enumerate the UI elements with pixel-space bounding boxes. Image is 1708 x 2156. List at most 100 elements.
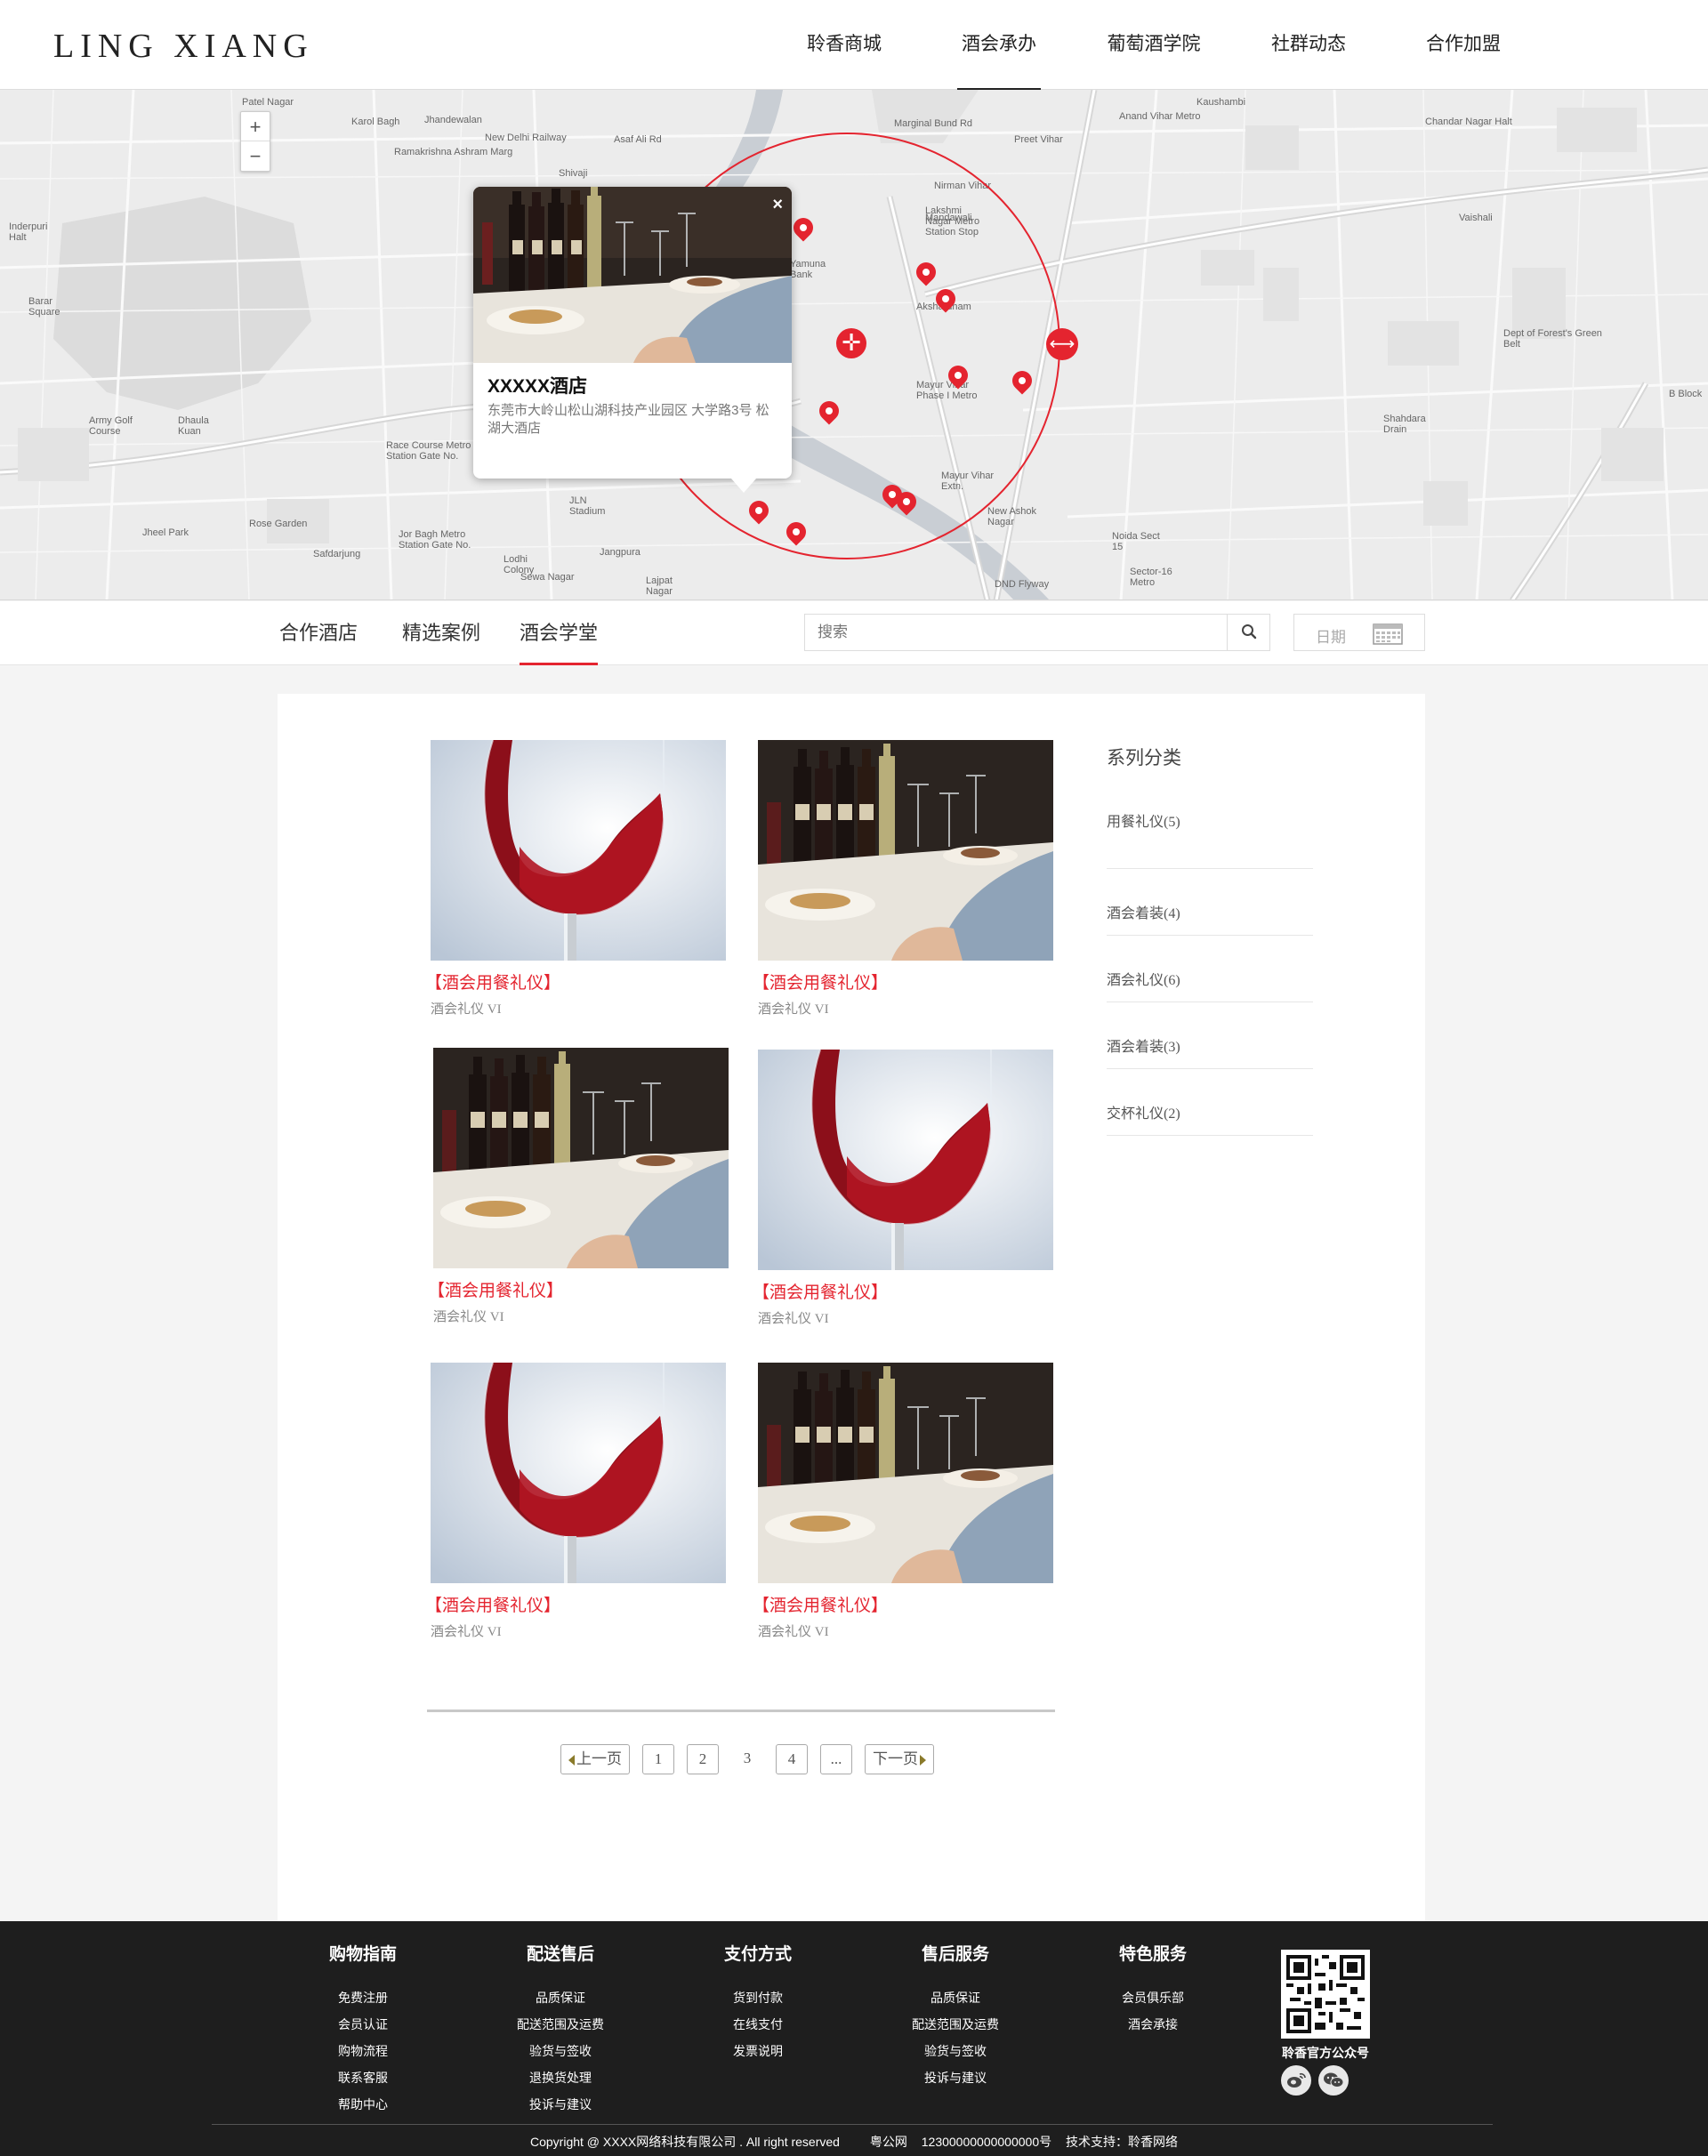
copyright-bar: Copyright @ XXXX网络科技有限公司 . All right res… [0,2133,1708,2151]
search-button[interactable] [1227,615,1269,650]
article-card[interactable]: 【酒会用餐礼仪】 酒会礼仪 VI [753,1363,1053,1640]
map-label: New Ashok Nagar [987,506,1037,527]
nav-item-academy[interactable]: 葡萄酒学院 [1076,0,1231,90]
footer-link[interactable]: 货到付款 [669,1984,847,2011]
article-title: 【酒会用餐礼仪】 [428,1282,564,1300]
map-view[interactable]: Patel Nagar Karol Bagh Jhandewalan New D… [0,90,1708,600]
article-title: 【酒会用餐礼仪】 [425,1597,561,1615]
map-label: Dhaula Kuan [178,415,209,437]
footer-link[interactable]: 购物流程 [274,2038,452,2064]
page-button-2[interactable]: 2 [687,1744,719,1774]
page-button-ellipsis[interactable]: ... [820,1744,852,1774]
map-label: Vaishali [1459,213,1493,223]
footer-link[interactable]: 配送范围及运费 [471,2011,649,2038]
map-label: Barar Square [28,296,60,318]
map-label: Marginal Bund Rd [894,118,973,129]
article-card[interactable]: 【酒会用餐礼仪】 酒会礼仪 VI [753,740,1053,1018]
sidebar-title: 系列分类 [1107,747,1181,768]
hotel-info-popup: × XXXXX酒店 东莞市大岭山松山湖科技产业园区 大学路3号 松湖大酒店 [473,187,792,493]
map-label: Noida Sect 15 [1112,531,1160,552]
search-box [804,614,1270,651]
footer-link[interactable]: 联系客服 [274,2064,452,2091]
sidebar-item-dress-2[interactable]: 酒会着装(3) [1107,1002,1313,1069]
main-content: 【酒会用餐礼仪】 酒会礼仪 VI 【酒会用餐礼仪】 酒会礼仪 VI 【酒会用餐礼… [278,694,1425,1921]
map-label: Jor Bagh Metro Station Gate No. [399,529,471,551]
sidebar-item-dress[interactable]: 酒会着装(4) [1107,869,1313,936]
map-label: Lajpat Nagar [646,575,673,597]
map-label: Karol Bagh [351,117,400,127]
move-center-icon[interactable]: ✛ [836,328,866,358]
footer-link[interactable]: 免费注册 [274,1984,452,2011]
article-card[interactable]: 【酒会用餐礼仪】 酒会礼仪 VI [425,740,726,1018]
nav-item-franchise[interactable]: 合作加盟 [1386,0,1541,90]
wine-glass-image [431,1363,726,1583]
article-subtitle: 酒会礼仪 VI [758,1625,829,1639]
map-label: Asaf Ali Rd [614,134,662,145]
date-label: 日期 [1316,629,1346,646]
sidebar-item-etiquette[interactable]: 酒会礼仪(6) [1107,936,1313,1002]
nav-item-community[interactable]: 社群动态 [1231,0,1386,90]
zoom-in-button[interactable]: + [241,112,270,141]
resize-radius-icon[interactable]: ⟷ [1046,328,1078,360]
footer-link[interactable]: 酒会承接 [1064,2011,1242,2038]
footer-link[interactable]: 投诉与建议 [471,2091,649,2118]
article-title: 【酒会用餐礼仪】 [753,1283,889,1302]
footer-link[interactable]: 发票说明 [669,2038,847,2064]
prev-page-button[interactable]: 上一页 [560,1744,630,1774]
map-label: Safdarjung [313,549,361,559]
map-label: Shivaji [559,168,588,179]
map-label: Sector-16 Metro [1130,567,1172,588]
article-card[interactable]: 【酒会用餐礼仪】 酒会礼仪 VI [753,1050,1053,1327]
category-sidebar: 系列分类 用餐礼仪(5) 酒会着装(4) 酒会礼仪(6) 酒会着装(3) 交杯礼… [1107,744,1313,1136]
footer-link[interactable]: 退换货处理 [471,2064,649,2091]
article-title: 【酒会用餐礼仪】 [753,1597,889,1615]
qr-code [1281,1950,1370,2039]
arrow-left-icon [568,1755,575,1766]
footer-link[interactable]: 验货与签收 [866,2038,1044,2064]
weibo-icon[interactable] [1281,2065,1311,2096]
footer-link[interactable]: 验货与签收 [471,2038,649,2064]
site-logo[interactable]: LING XIANG [53,27,314,66]
map-label: Jheel Park [142,527,189,538]
dinner-table-image [758,740,1053,961]
tab-party-school[interactable]: 酒会学堂 [520,601,599,665]
nav-item-party[interactable]: 酒会承办 [922,0,1076,90]
calendar-icon [1373,623,1403,645]
footer-link[interactable]: 会员认证 [274,2011,452,2038]
footer-link[interactable]: 帮助中心 [274,2091,452,2118]
map-label: Patel Nagar [242,97,294,108]
tab-featured-cases[interactable]: 精选案例 [402,601,480,665]
footer-link[interactable]: 会员俱乐部 [1064,1984,1242,2011]
footer-link[interactable]: 配送范围及运费 [866,2011,1044,2038]
search-icon [1241,624,1256,640]
article-title: 【酒会用餐礼仪】 [753,974,889,993]
wine-glass-image [758,1050,1053,1270]
nav-item-mall[interactable]: 聆香商城 [767,0,922,90]
map-label: Inderpuri Halt [9,221,48,243]
tab-partner-hotels[interactable]: 合作酒店 [279,601,358,665]
page-button-4[interactable]: 4 [776,1744,808,1774]
close-icon[interactable]: × [772,196,783,213]
article-subtitle: 酒会礼仪 VI [431,1002,502,1017]
map-zoom-control: + − [240,111,270,172]
search-input[interactable] [805,615,1227,650]
wechat-icon[interactable] [1318,2065,1349,2096]
next-page-button[interactable]: 下一页 [865,1744,934,1774]
zoom-out-button[interactable]: − [241,141,270,171]
footer-divider [212,2124,1493,2125]
article-subtitle: 酒会礼仪 VI [758,1002,829,1017]
footer-link[interactable]: 投诉与建议 [866,2064,1044,2091]
article-card[interactable]: 【酒会用餐礼仪】 酒会礼仪 VI [428,1048,729,1325]
sidebar-item-dining[interactable]: 用餐礼仪(5) [1107,802,1313,869]
map-label: Rose Garden [249,519,308,529]
page-button-1[interactable]: 1 [642,1744,674,1774]
map-label: New Delhi Railway [485,133,567,143]
date-picker[interactable]: 日期 [1293,614,1425,651]
footer-link[interactable]: 品质保证 [471,1984,649,2011]
footer-link[interactable]: 在线支付 [669,2011,847,2038]
footer-col-aftersales: 售后服务 品质保证 配送范围及运费 验货与签收 投诉与建议 [866,1941,1044,2091]
footer-link[interactable]: 品质保证 [866,1984,1044,2011]
article-card[interactable]: 【酒会用餐礼仪】 酒会礼仪 VI [425,1363,726,1640]
tech-support: 技术支持：聆香网络 [1066,2135,1179,2149]
sidebar-item-toast[interactable]: 交杯礼仪(2) [1107,1069,1313,1136]
